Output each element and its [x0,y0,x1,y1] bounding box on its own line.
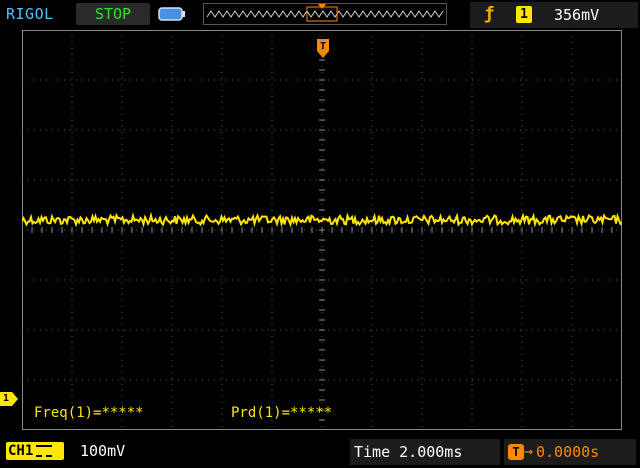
trigger-panel[interactable]: ƒ 1 356mV [470,2,638,28]
trigger-offset-panel[interactable]: T → 0.0000s [504,439,636,465]
trigger-offset-value: 0.0000s [536,443,600,461]
channel1-marker-label: 1 [3,393,10,404]
measurement-frequency: Freq(1)=***** [34,405,144,421]
status-bar-bottom: CH1 100mV Time 2.000ms T → 0.0000s [0,436,640,468]
status-bar-top: RIGOL STOP ƒ 1 356mV [0,0,640,30]
trigger-level: 356mV [554,6,600,24]
measurement-label: Prd(1) [231,405,282,421]
measurement-value: =***** [281,405,333,421]
timebase-panel[interactable]: Time 2.000ms [350,439,500,465]
memory-timeline-icon[interactable] [203,3,447,25]
rising-edge-icon: ƒ [484,4,495,24]
timebase-label: Time [354,443,391,461]
trigger-source-badge: 1 [516,6,532,23]
waveform-display[interactable] [22,30,622,430]
measurement-value: =***** [93,405,144,421]
graticule [22,30,622,430]
channel1-badge[interactable]: CH1 [6,442,64,460]
measurement-label: Freq(1) [34,405,94,421]
run-state-button[interactable]: STOP [76,3,150,25]
trigger-offset-icon: T [508,444,524,460]
channel1-vertical-scale[interactable]: 100mV [80,442,125,460]
battery-icon [158,7,185,21]
dc-coupling-icon [36,445,53,457]
timebase-value: 2.000ms [399,443,463,461]
channel-label: CH1 [8,443,34,459]
brand-logo: RIGOL [6,5,54,23]
measurement-period: Prd(1)=***** [231,405,332,421]
arrow-right-icon: → [524,442,534,460]
